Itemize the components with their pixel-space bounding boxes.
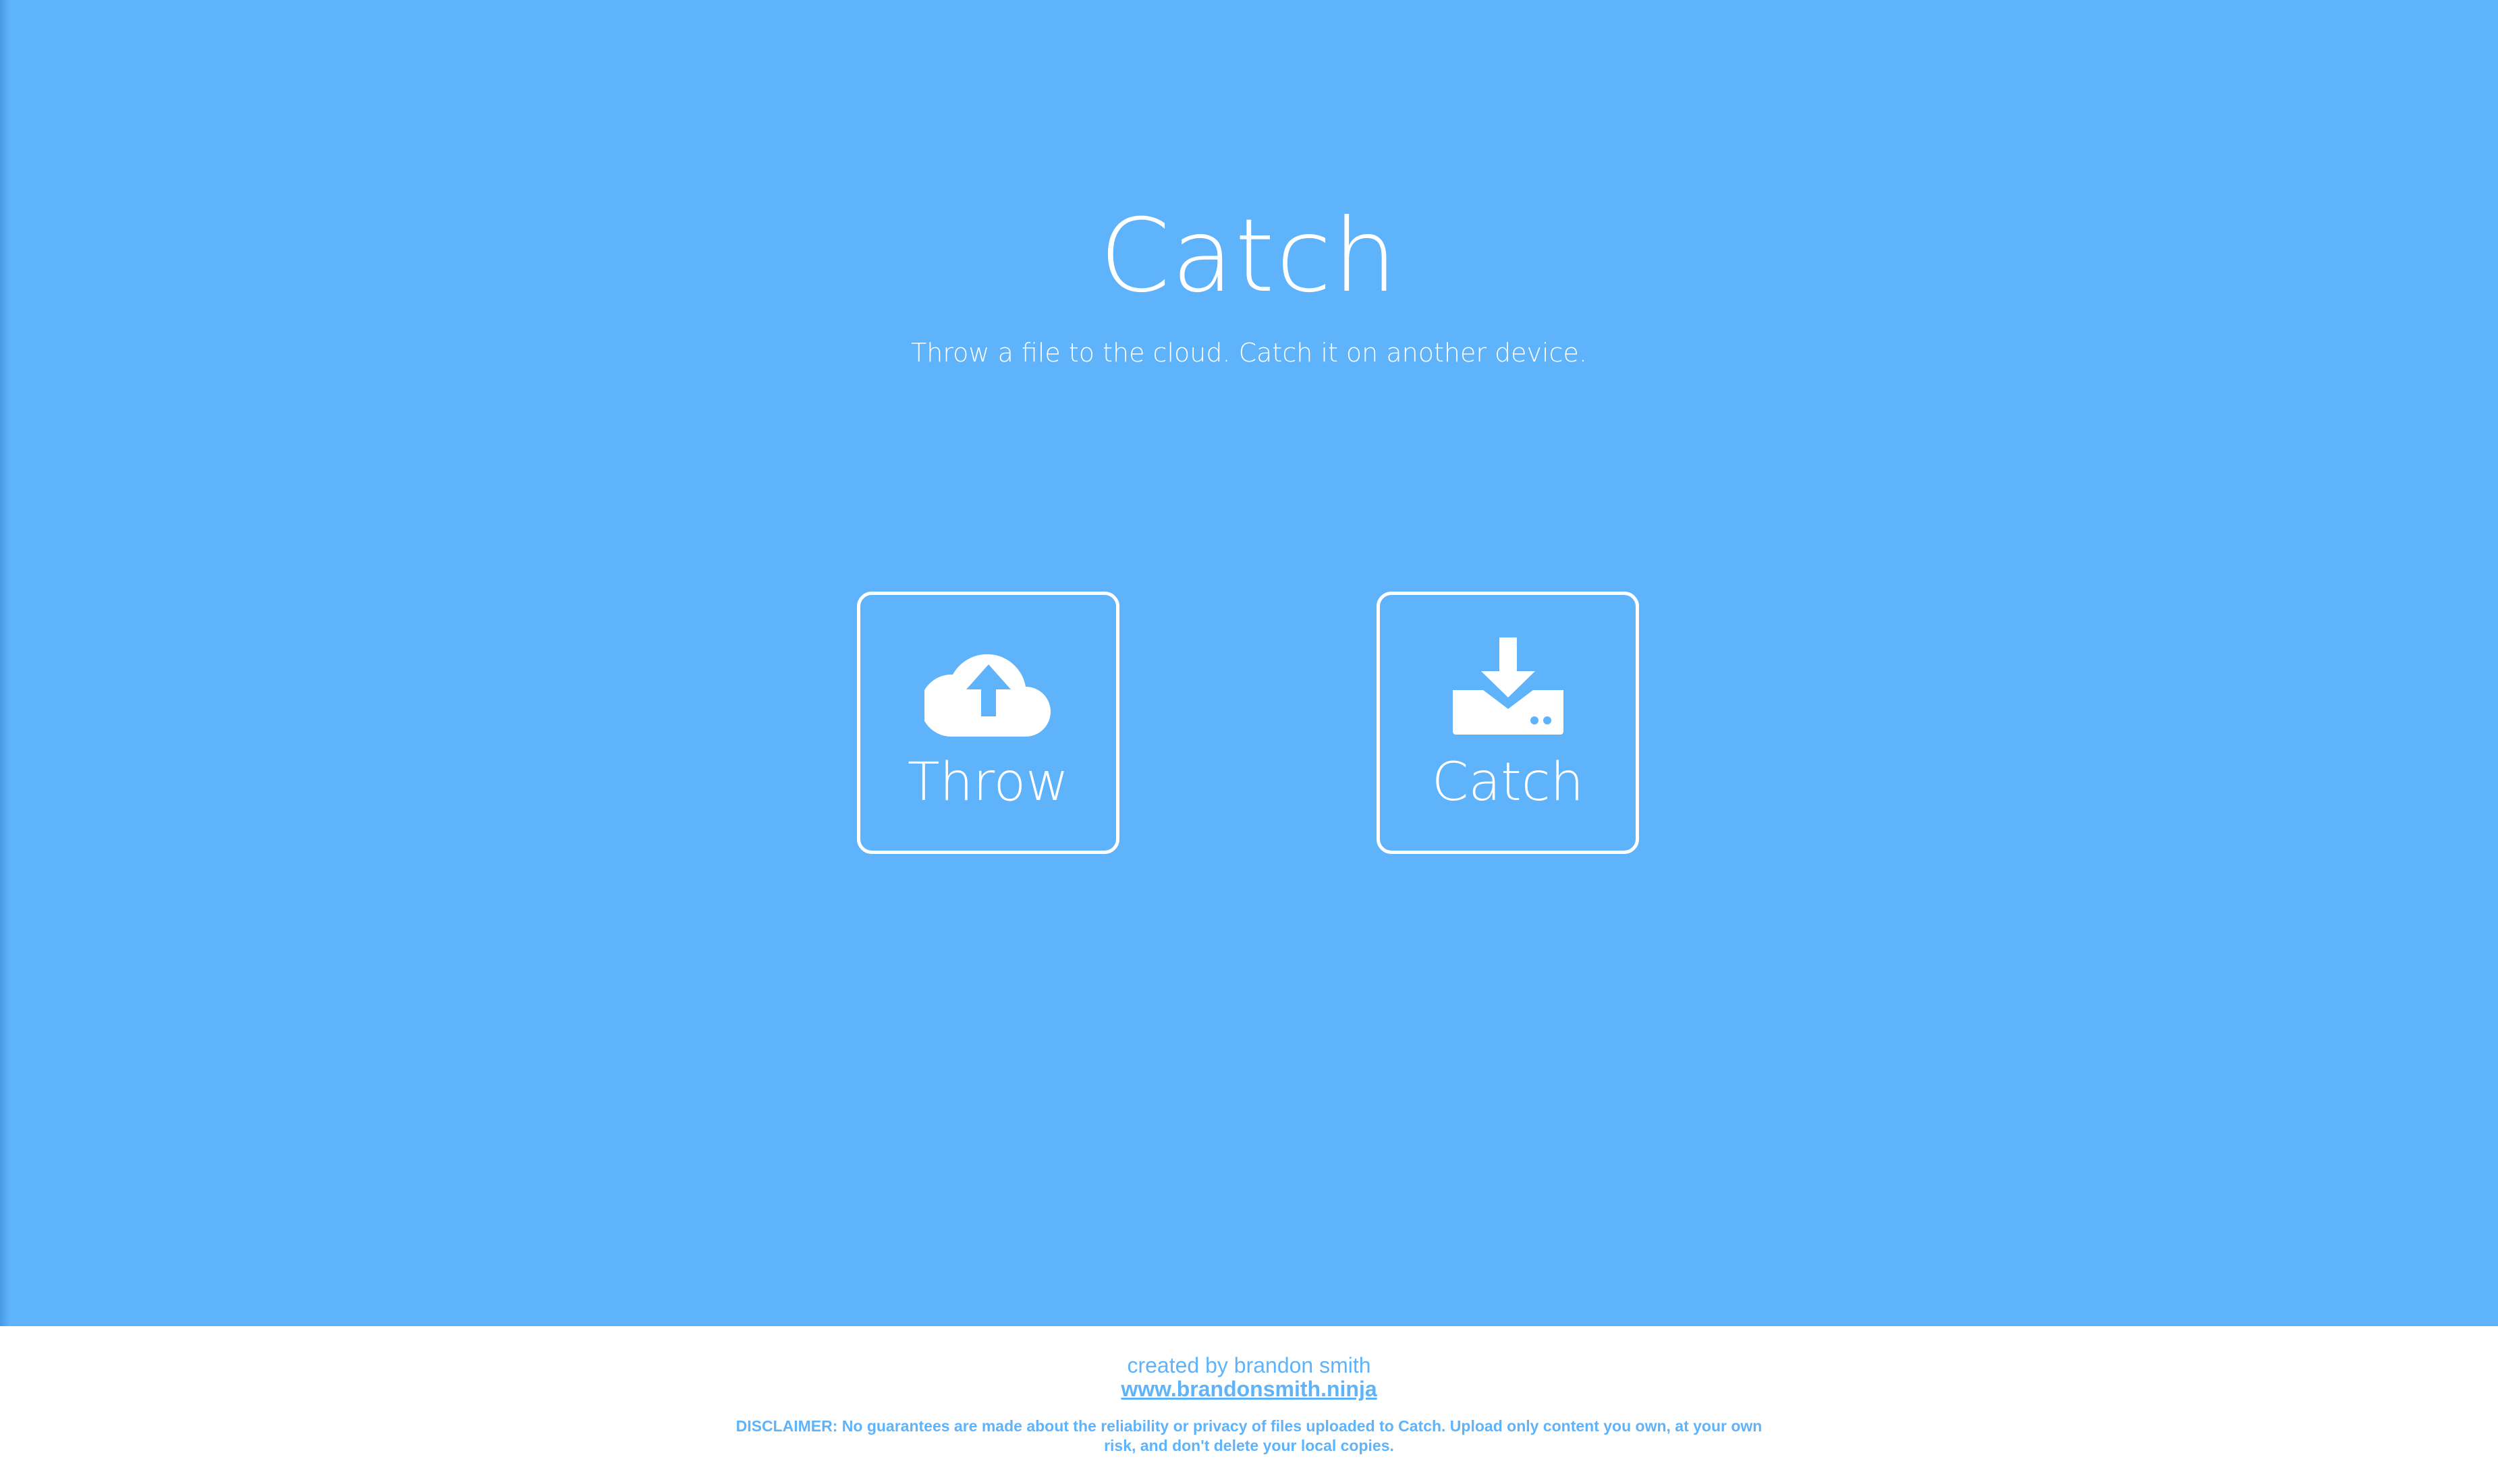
page-title: Catch (1099, 198, 1399, 315)
cloud-upload-icon (924, 654, 1051, 737)
creator-credit: created by brandon smith (1127, 1353, 1371, 1377)
catch-label: Catch (1431, 752, 1584, 813)
page-subtitle: Throw a file to the cloud. Catch it on a… (911, 338, 1587, 368)
throw-button[interactable]: Throw (857, 592, 1119, 854)
footer: created by brandon smith www.brandonsmit… (0, 1326, 2498, 1484)
download-tray-icon (1452, 637, 1563, 735)
creator-website-link[interactable]: www.brandonsmith.ninja (0, 1375, 2498, 1402)
hero-section: Catch Throw a file to the cloud. Catch i… (0, 0, 2498, 1326)
catch-button[interactable]: Catch (1377, 592, 1639, 854)
throw-label: Throw (908, 752, 1069, 813)
disclaimer-text: DISCLAIMER: No guarantees are made about… (735, 1417, 1763, 1454)
